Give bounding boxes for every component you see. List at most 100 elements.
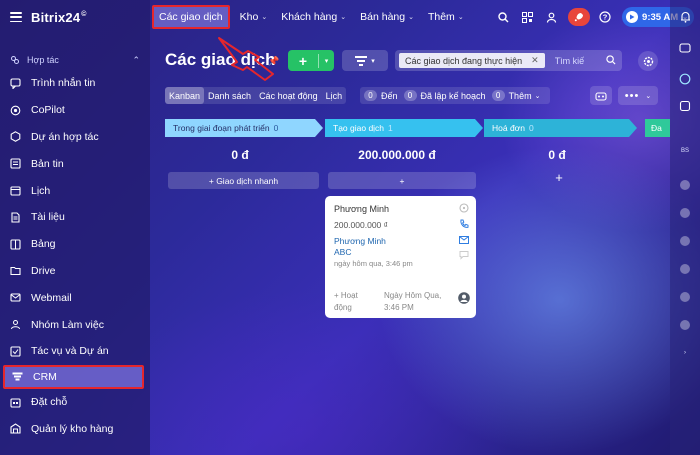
column-add-button[interactable]: + [328, 172, 476, 189]
sidebar-item-copilot[interactable]: CoPilot [0, 97, 150, 124]
sidebar-item-boards[interactable]: Bảng [0, 231, 150, 258]
qr-code-icon[interactable] [518, 8, 536, 26]
hamburger-menu-icon[interactable] [10, 12, 22, 22]
topnav-label: Khách hàng [281, 11, 338, 23]
calendar-icon [10, 186, 21, 196]
robots-icon[interactable] [590, 86, 612, 105]
activity-label: động [334, 303, 352, 312]
sidebar-item-webmail[interactable]: Webmail [0, 284, 150, 311]
chevron-up-icon: ⌃ [132, 54, 140, 65]
deal-amount: 200.000.000 ₫ [334, 220, 388, 230]
sidebar-item-tasks[interactable]: Tác vụ và Dự án [0, 338, 150, 365]
sidebar-section-collaboration[interactable]: Hợp tác ⌃ [0, 50, 150, 70]
search-input[interactable] [554, 55, 595, 66]
counter-number: 0 [491, 90, 505, 101]
help-icon[interactable]: ? [596, 8, 614, 26]
topnav-label: Kho [239, 11, 259, 23]
avatar-icon-3[interactable] [677, 233, 693, 249]
chat-icon [10, 78, 21, 89]
add-activity-link[interactable]: + Hoạt động [334, 290, 358, 314]
column-sum: 0 đ [231, 148, 249, 162]
avatar-icon-4[interactable] [677, 261, 693, 277]
phone-icon[interactable] [458, 218, 470, 230]
chat-icon[interactable] [458, 249, 470, 261]
quick-deal-button[interactable]: + Giao dịch nhanh [168, 172, 319, 189]
filter-chip-label: Các giao dịch đang thực hiện [405, 55, 523, 66]
funnel-icon [355, 55, 368, 66]
counter-label: Đến [381, 90, 398, 101]
column-sum: 200.000.000 đ [358, 148, 436, 162]
annotation-arrow-icon [218, 37, 274, 81]
chevron-down-icon[interactable]: ▾ [319, 57, 334, 65]
avatar-icon-1[interactable] [677, 177, 693, 193]
topnav-customers[interactable]: Khách hàng ⌄ [281, 11, 346, 23]
tab-kanban[interactable]: Kanban [165, 87, 205, 104]
deal-title[interactable]: Phương Minh [334, 204, 389, 214]
topnav-inventory[interactable]: Kho ⌄ [240, 11, 268, 23]
kanban-column-header-3[interactable]: Hoá đơn 0 [484, 119, 637, 137]
topnav-label: Thêm [427, 11, 455, 23]
email-icon[interactable] [458, 234, 470, 246]
contact-name[interactable]: Phương Minh [334, 236, 386, 247]
topnav-deals[interactable]: Các giao dịch [152, 5, 230, 29]
date-label: Ngày Hôm Qua, [384, 291, 442, 300]
sidebar-item-workgroups[interactable]: Nhóm Làm việc [0, 311, 150, 338]
tab-calendar[interactable]: Lịch [322, 87, 347, 104]
rocket-icon[interactable] [568, 8, 591, 26]
avatar[interactable] [458, 292, 470, 304]
sidebar-item-crm[interactable]: CRM [3, 364, 144, 389]
kanban-column-header-1[interactable]: Trong giai đoạn phát triển 0 [165, 119, 323, 137]
folder-icon [10, 267, 21, 276]
kanban-column-header-4[interactable]: Đa [645, 119, 670, 137]
tab-list[interactable]: Danh sách [204, 87, 255, 104]
avatar-icon-5[interactable] [677, 289, 693, 305]
chevron-down-icon: ▾ [371, 57, 375, 65]
sidebar-item-calendar[interactable]: Lịch [0, 177, 150, 204]
avatar-icon-2[interactable] [677, 205, 693, 221]
bs-icon[interactable]: BS [677, 143, 693, 159]
sidebar-item-inventory[interactable]: Quản lý kho hàng [0, 416, 150, 443]
card-menu-icon[interactable] [458, 202, 470, 214]
search-icon[interactable] [494, 8, 512, 26]
sidebar-item-label: Trình nhắn tin [31, 77, 96, 90]
filter-chip[interactable]: Các giao dịch đang thực hiện ✕ [399, 53, 545, 68]
contact-center-icon[interactable] [677, 71, 693, 87]
mail-icon [10, 293, 21, 302]
messages-icon[interactable] [677, 41, 693, 57]
topnav-more[interactable]: Thêm ⌄ [428, 11, 464, 23]
add-deal-button[interactable]: + ▾ [288, 50, 334, 71]
filter-button[interactable]: ▾ [342, 50, 388, 71]
column-add-button[interactable]: + [484, 170, 634, 185]
sidebar-item-drive[interactable]: Drive [0, 258, 150, 285]
counter-incoming[interactable]: 0 Đến [364, 90, 398, 101]
user-icon[interactable] [542, 8, 560, 26]
collaboration-icon [11, 56, 19, 64]
svg-text:?: ? [603, 13, 608, 22]
company-name[interactable]: ABC [334, 247, 386, 258]
settings-gear-icon[interactable] [638, 51, 658, 71]
sidebar-item-label: Tác vụ và Dự án [31, 345, 109, 358]
deal-card[interactable]: Phương Minh 200.000.000 ₫ Phương Minh AB… [325, 196, 476, 318]
avatar-icon-6[interactable] [677, 317, 693, 333]
more-options-button[interactable]: ••• ⌄ [618, 86, 658, 105]
counter-planned[interactable]: 0 Đã lập kế hoạch [403, 90, 486, 101]
tab-activities[interactable]: Các hoạt động [255, 87, 322, 104]
kanban-column-header-2[interactable]: Tạo giao dịch 1 [325, 119, 483, 137]
close-icon[interactable]: ✕ [531, 55, 539, 66]
sidebar-item-documents[interactable]: Tài liệu [0, 204, 150, 231]
counter-more[interactable]: 0 Thêm ⌄ [491, 90, 540, 101]
sidebar-item-messenger[interactable]: Trình nhắn tin [0, 70, 150, 97]
topnav-sales[interactable]: Bán hàng ⌄ [360, 11, 414, 23]
search-icon[interactable] [606, 52, 616, 70]
chevron-right-icon[interactable]: › [677, 345, 693, 361]
activity-label: + Hoạt [334, 291, 358, 300]
search-bar[interactable]: Các giao dịch đang thực hiện ✕ [395, 50, 622, 71]
logo[interactable]: Bitrix24© [31, 10, 87, 25]
sidebar-item-booking[interactable]: Đặt chỗ [0, 389, 150, 416]
feed-icon[interactable] [677, 98, 693, 114]
sidebar-item-projects[interactable]: Dự án hợp tác [0, 124, 150, 151]
top-bar: Các giao dịch Kho ⌄ Khách hàng ⌄ Bán hàng ⌄… [150, 0, 700, 34]
sidebar-item-news[interactable]: Bản tin [0, 150, 150, 177]
bell-icon[interactable] [677, 9, 693, 25]
deal-contact[interactable]: Phương Minh ABC [334, 236, 386, 258]
